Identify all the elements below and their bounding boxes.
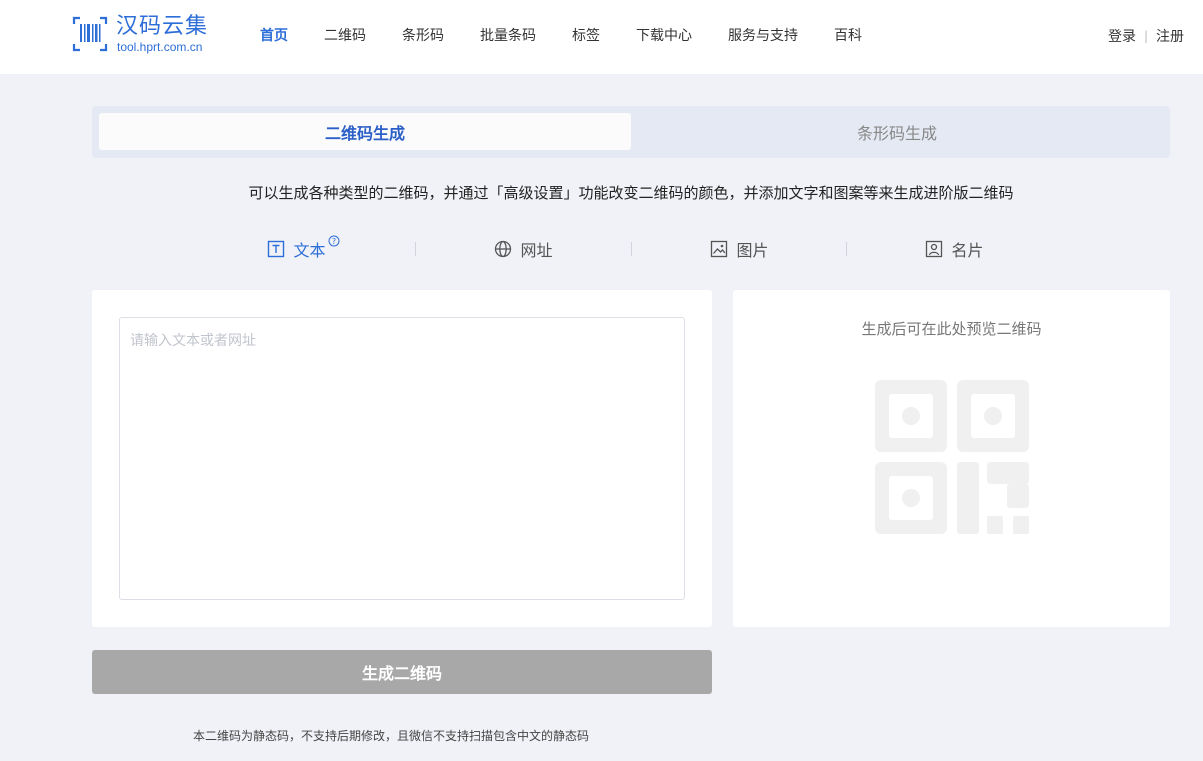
tab-qr-generate[interactable]: 二维码生成: [99, 113, 631, 150]
contact-card-icon: [926, 240, 943, 258]
page-description: 可以生成各种类型的二维码，并通过「高级设置」功能改变二维码的颜色，并添加文字和图…: [248, 184, 1014, 202]
text-icon: [268, 240, 285, 258]
type-tab-image-label: 图片: [736, 241, 769, 260]
generator-tabs: 二维码生成 条形码生成: [92, 106, 1170, 158]
type-tab-text-label: 文本: [293, 241, 326, 260]
nav-item-home[interactable]: 首页: [242, 25, 306, 45]
site-header: 汉码云集 tool.hprt.com.cn 首页 二维码 条形码 批量条码 标签…: [0, 0, 1203, 74]
nav-item-service-support[interactable]: 服务与支持: [710, 25, 816, 45]
content-input[interactable]: [119, 317, 685, 600]
type-tab-url[interactable]: 网址: [416, 232, 631, 266]
generate-qr-button[interactable]: 生成二维码: [92, 650, 712, 694]
nav-item-qrcode[interactable]: 二维码: [306, 25, 384, 45]
nav-item-download-center[interactable]: 下载中心: [618, 25, 710, 45]
image-icon: [711, 240, 728, 258]
auth-links: 登录 | 注册: [1108, 26, 1184, 46]
preview-panel: 生成后可在此处预览二维码: [733, 290, 1170, 627]
globe-icon: [495, 240, 512, 258]
nav-item-barcode[interactable]: 条形码: [384, 25, 462, 45]
static-code-note: 本二维码为静态码，不支持后期修改，且微信不支持扫描包含中文的静态码: [193, 729, 590, 743]
auth-separator: |: [1143, 29, 1148, 43]
svg-text:?: ?: [331, 236, 335, 245]
input-panel: [92, 290, 712, 627]
login-link[interactable]: 登录: [1108, 26, 1136, 46]
nav-item-wiki[interactable]: 百科: [816, 25, 880, 45]
qr-placeholder-icon: [875, 380, 1029, 534]
type-tab-text[interactable]: 文本 ?: [200, 232, 415, 266]
logo-url: tool.hprt.com.cn: [117, 40, 203, 54]
barcode-logo-icon: [72, 16, 108, 52]
logo[interactable]: 汉码云集 tool.hprt.com.cn: [72, 14, 222, 58]
help-icon[interactable]: ?: [328, 235, 348, 250]
preview-hint: 生成后可在此处预览二维码: [861, 320, 1042, 338]
content-type-tabs: 文本 ? 网址 图片 名片: [200, 232, 1062, 266]
logo-title: 汉码云集: [116, 14, 209, 39]
type-tab-url-label: 网址: [520, 241, 553, 260]
register-link[interactable]: 注册: [1156, 26, 1184, 46]
nav-item-batch-barcode[interactable]: 批量条码: [462, 25, 554, 45]
type-tab-card-label: 名片: [951, 241, 984, 260]
main-nav: 首页 二维码 条形码 批量条码 标签 下载中心 服务与支持 百科: [242, 0, 880, 70]
nav-item-label[interactable]: 标签: [554, 25, 618, 45]
type-tab-image[interactable]: 图片: [632, 232, 847, 266]
type-tab-card[interactable]: 名片: [847, 232, 1062, 266]
tab-barcode-generate[interactable]: 条形码生成: [631, 113, 1163, 150]
